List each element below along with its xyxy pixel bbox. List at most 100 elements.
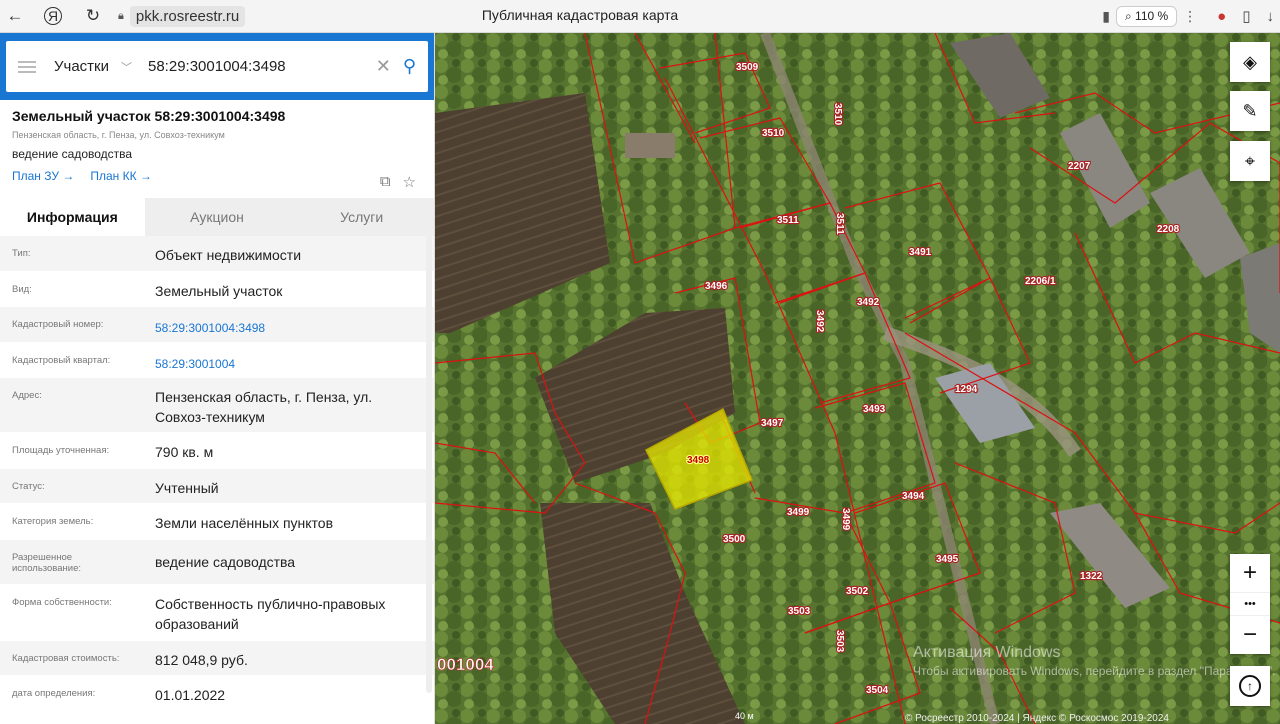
activation-text: Чтобы активировать Windows, перейдите в … (913, 664, 1276, 678)
property-row: Кадастровый номер: 58:29:3001004:3498 (0, 307, 434, 343)
measure-button[interactable]: ✎ (1230, 91, 1270, 131)
parcel-label: 3495 (936, 554, 959, 565)
property-label: Тип: (12, 248, 31, 259)
parcel-label: 3504 (866, 685, 889, 696)
zoom-in-button[interactable]: + (1230, 554, 1270, 592)
parcel-label: 1294 (955, 384, 978, 395)
plus-icon: + (1242, 559, 1257, 586)
bookmark-icon[interactable]: ▮ (1102, 8, 1110, 25)
property-label: Адрес: (12, 390, 42, 401)
property-value: Собственность публично-правовых образова… (155, 596, 386, 632)
search-bar: Участки ﹀ 58:29:3001004:3498 ✕ ⚲ (0, 33, 434, 100)
header-actions: ⧉ ☆ (380, 173, 416, 191)
property-value: 790 кв. м (155, 444, 214, 460)
property-value: Земельный участок (155, 283, 283, 299)
parcel-label: 3492 (814, 310, 825, 333)
property-value: Учтенный (155, 480, 219, 496)
search-input[interactable]: 58:29:3001004:3498 (148, 58, 376, 75)
chevron-down-icon[interactable]: ﹀ (121, 59, 132, 75)
clear-icon[interactable]: ✕ (376, 56, 391, 77)
map-view[interactable]: 3509 3510 3510 3511 3511 2207 2208 3491 … (435, 33, 1280, 724)
property-label: Разрешенное использование: (12, 552, 82, 574)
property-row: Кадастровый квартал: 58:29:3001004 (0, 343, 434, 378)
property-label: Кадастровый квартал: (12, 355, 111, 366)
parcel-header: Земельный участок 58:29:3001004:3498 Пен… (0, 100, 434, 198)
cadastral-quarter-label: 001004 (437, 655, 494, 675)
cadastral-number-link[interactable]: 58:29:3001004:3498 (143, 307, 434, 342)
tab-info[interactable]: Информация (0, 198, 145, 236)
ruler-icon: ✎ (1242, 100, 1258, 121)
selected-parcel-label: 3498 (687, 455, 710, 466)
property-row: Статус: Учтенный (0, 469, 434, 504)
layers-button[interactable]: ◈ (1230, 42, 1270, 82)
property-label: Кадастровый номер: (12, 319, 104, 330)
property-row: Категория земель: Земли населённых пункт… (0, 504, 434, 540)
parcel-label: 3494 (902, 491, 925, 502)
search-box: Участки ﹀ 58:29:3001004:3498 ✕ ⚲ (6, 41, 428, 92)
property-table: Тип: Объект недвижимости Вид: Земельный … (0, 236, 434, 712)
parcel-label: 3493 (863, 404, 886, 415)
parcel-label: 2208 (1157, 224, 1180, 235)
locate-button[interactable]: ⌖ (1230, 141, 1270, 181)
property-label: Вид: (12, 284, 32, 295)
property-value: ведение садоводства (155, 554, 296, 570)
property-label: дата определения: (12, 688, 96, 699)
parcel-label: 3510 (832, 103, 843, 126)
preview-icon[interactable]: ⧉ (380, 173, 391, 191)
download-icon[interactable]: ↓ (1267, 8, 1275, 25)
layer-select[interactable]: Участки (54, 58, 109, 75)
parcel-label: 2206/1 (1025, 276, 1056, 287)
map-copyright: © Росреестр 2010-2024 | Яндекс © Роскосм… (905, 713, 1169, 724)
plan-kk-link[interactable]: План КК → (90, 169, 152, 183)
extension-icon[interactable]: ● (1217, 8, 1226, 25)
parcel-title: Земельный участок 58:29:3001004:3498 (12, 108, 286, 124)
zoom-control: + ••• − (1230, 554, 1270, 654)
activation-title: Активация Windows (913, 644, 1061, 661)
compass-icon: ↑ (1239, 675, 1261, 697)
dots-icon: ••• (1244, 598, 1256, 610)
parcel-label: 3500 (723, 534, 746, 545)
property-value: Пензенская область, г. Пенза, ул. Совхоз… (155, 389, 373, 425)
property-label: Площадь уточненная: (12, 445, 110, 456)
search-icon[interactable]: ⚲ (403, 56, 416, 77)
scale-label: 40 м (735, 711, 754, 721)
zoom-indicator[interactable]: ⌕ 110 % (1115, 5, 1178, 27)
parcel-label: 2207 (1068, 161, 1091, 172)
property-label: Категория земель: (12, 516, 94, 527)
parcel-label: 3499 (787, 507, 810, 518)
parcel-label: 3503 (834, 630, 845, 653)
property-row: Тип: Объект недвижимости (0, 236, 434, 272)
menu-dots-icon[interactable]: ⋮ (1183, 8, 1197, 25)
property-row: Форма собственности: Собственность публи… (0, 585, 434, 641)
star-icon[interactable]: ☆ (403, 173, 416, 191)
zoom-value: 110 % (1135, 8, 1169, 23)
browser-tools: ▮ ⌕ 110 % ⋮ ● ▯ ↓ (1102, 3, 1280, 29)
crosshair-icon: ⌖ (1244, 150, 1256, 171)
plan-zu-link[interactable]: План ЗУ → (12, 169, 74, 183)
more-options-button[interactable]: ••• (1230, 592, 1270, 616)
property-row: Кадастровая стоимость: 812 048,9 руб. (0, 641, 434, 676)
property-label: Форма собственности: (12, 597, 112, 608)
info-panel: Участки ﹀ 58:29:3001004:3498 ✕ ⚲ Земельн… (0, 33, 435, 724)
parcel-label: 3511 (777, 215, 799, 226)
cadastral-quarter-link[interactable]: 58:29:3001004 (143, 343, 434, 377)
compass-button[interactable]: ↑ (1230, 666, 1270, 706)
menu-icon[interactable] (18, 60, 36, 73)
parcel-label: 1322 (1080, 571, 1103, 582)
zoom-out-button[interactable]: − (1230, 616, 1270, 654)
parcel-label: 3503 (788, 606, 811, 617)
property-value: Объект недвижимости (155, 247, 302, 263)
sidebar-icon[interactable]: ▯ (1242, 7, 1250, 25)
property-label: Статус: (12, 481, 45, 492)
parcel-address: Пензенская область, г. Пенза, ул. Совхоз… (12, 130, 225, 140)
parcel-label: 3496 (705, 281, 728, 292)
satellite-imagery: 3509 3510 3510 3511 3511 2207 2208 3491 … (435, 33, 1280, 724)
property-label: Кадастровая стоимость: (12, 653, 120, 664)
parcel-label: 3510 (762, 128, 785, 139)
parcel-label: 3511 (834, 213, 845, 235)
property-value: Земли населённых пунктов (155, 515, 334, 531)
panel-scrollbar[interactable] (426, 233, 432, 693)
layers-icon: ◈ (1243, 51, 1257, 72)
tab-services[interactable]: Услуги (289, 198, 434, 236)
tab-auction[interactable]: Аукцион (145, 198, 290, 236)
